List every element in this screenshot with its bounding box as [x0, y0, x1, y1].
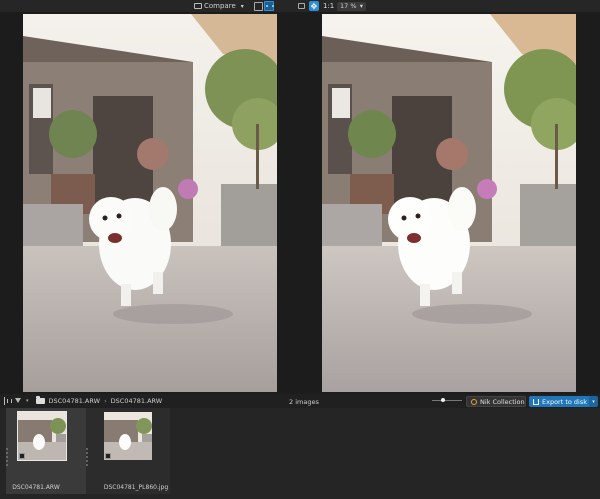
thumbnail-dog-image: [104, 412, 152, 460]
breadcrumb-item[interactable]: DSC04781.ARW: [49, 397, 101, 405]
breadcrumb-separator: ›: [104, 397, 107, 405]
slider-thumb[interactable]: [441, 398, 446, 402]
photolab-window: Compare ▾ ✥ 1:1 17 % ▾ ▾ DSC04781.ARW › …: [0, 0, 600, 499]
thumbnail-image: [104, 412, 152, 460]
export-options-chevron-icon[interactable]: ▾: [589, 396, 598, 407]
chevron-down-icon: ▾: [359, 2, 363, 10]
filmstrip-item[interactable]: DSC04781_PL860.jpg: [86, 408, 170, 494]
compare-button[interactable]: Compare ▾: [194, 1, 244, 11]
export-icon: [533, 398, 539, 405]
compare-image-left[interactable]: [23, 14, 277, 392]
crop-icon[interactable]: [298, 3, 305, 9]
thumbnail-size-slider[interactable]: [432, 400, 462, 401]
jpg-file-badge-icon: [105, 453, 111, 459]
dog-photo-processed: [322, 14, 576, 392]
filmstrip-item-label: DSC04781.ARW: [12, 484, 60, 491]
export-to-disk-button[interactable]: Export to disk: [529, 396, 589, 407]
hand-tool-icon[interactable]: ✥: [309, 1, 319, 11]
filter-icon[interactable]: [15, 397, 22, 405]
sort-icon[interactable]: [3, 397, 12, 405]
nik-collection-button[interactable]: Nik Collection: [466, 396, 526, 407]
chevron-down-icon[interactable]: ▾: [26, 398, 29, 404]
split-view-button[interactable]: [264, 1, 274, 11]
drag-handle-icon[interactable]: [6, 448, 9, 466]
drag-handle-icon[interactable]: [86, 448, 89, 466]
filmstrip-item-label: DSC04781_PL860.jpg: [103, 484, 169, 491]
dog-photo-original: [23, 14, 277, 392]
top-toolbar: Compare ▾ ✥ 1:1 17 % ▾: [0, 0, 600, 12]
export-label: Export to disk: [542, 397, 588, 406]
status-bar: ▾ DSC04781.ARW › DSC04781.ARW 2 images N…: [0, 394, 600, 408]
single-view-button[interactable]: [254, 1, 263, 11]
zoom-1to1-button[interactable]: 1:1: [323, 1, 334, 11]
breadcrumb-item[interactable]: DSC04781.ARW: [111, 397, 163, 405]
compare-image-right[interactable]: [322, 14, 576, 392]
compare-label: Compare: [204, 2, 236, 10]
folder-icon: [35, 396, 45, 404]
zoom-level-value: 17 %: [340, 2, 357, 10]
thumbnail-dog-image: [18, 412, 66, 460]
nik-collection-icon: [471, 398, 477, 405]
filmstrip: DSC04781.ARW DSC04781_PL860.jpg: [0, 408, 600, 499]
chevron-down-icon: ▾: [240, 2, 244, 10]
nik-collection-label: Nik Collection: [480, 397, 525, 406]
compare-icon: [194, 3, 202, 9]
split-view-icon-half: [272, 5, 274, 7]
filmstrip-item[interactable]: DSC04781.ARW: [6, 408, 90, 494]
breadcrumb: ▾ DSC04781.ARW › DSC04781.ARW: [3, 396, 163, 405]
zoom-level-select[interactable]: 17 % ▾: [337, 1, 366, 11]
raw-file-badge-icon: [19, 453, 25, 459]
split-view-icon: [266, 5, 268, 7]
image-count: 2 images: [289, 398, 319, 406]
thumbnail-image: [17, 411, 67, 461]
